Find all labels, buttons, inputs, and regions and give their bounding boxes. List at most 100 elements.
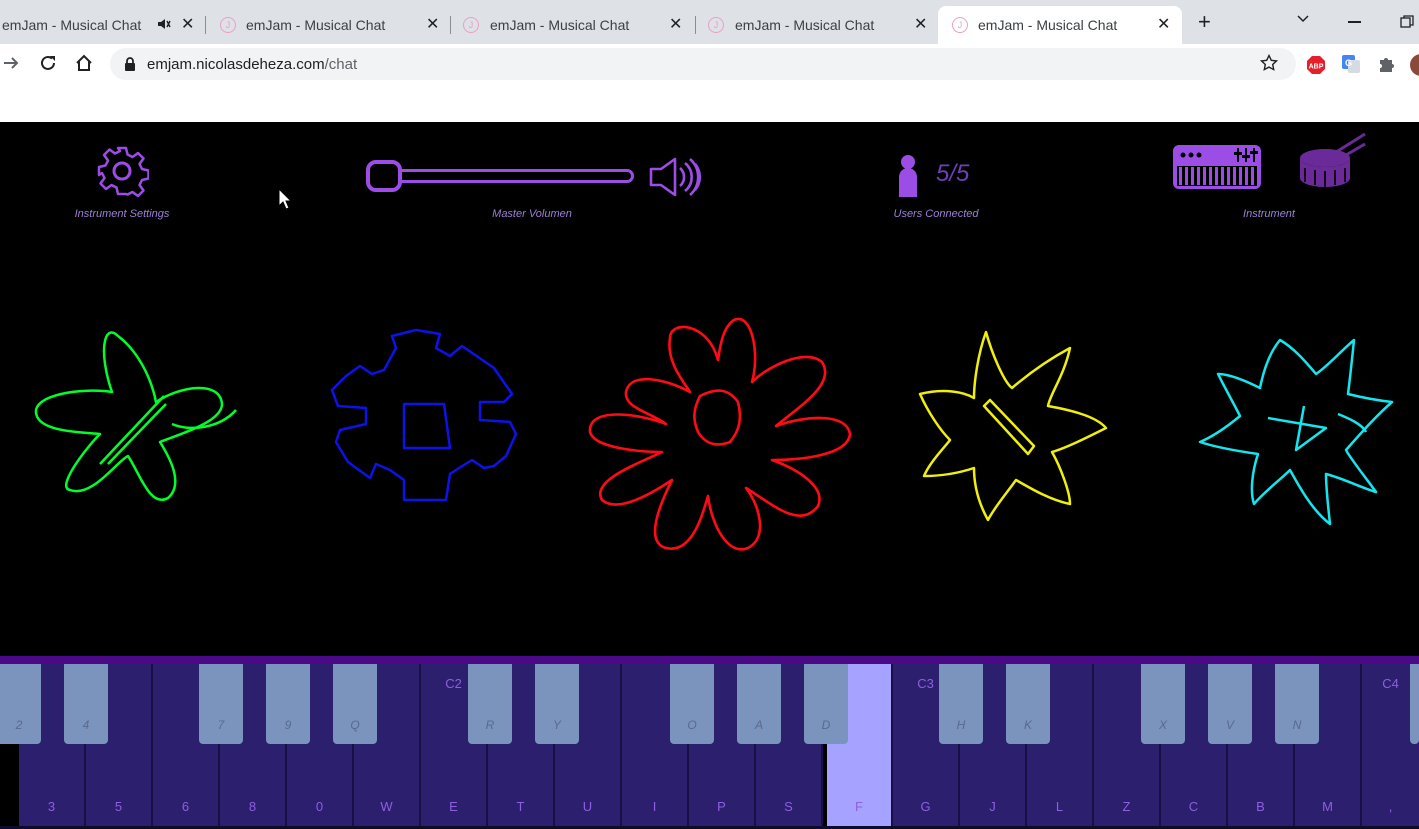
slider-track <box>366 169 634 183</box>
key-label: G <box>920 799 931 814</box>
url-text[interactable]: emjam.nicolasdeheza.com/chat <box>147 56 357 73</box>
black-key-n[interactable]: N <box>1275 664 1319 744</box>
tab-title: emJam - Musical Chat <box>246 17 386 33</box>
keyboard-instrument-icon[interactable] <box>1171 143 1263 191</box>
bookmark-star-icon[interactable] <box>1259 53 1279 77</box>
tab-title: emJam - Musical Chat <box>490 17 630 33</box>
key-label: B <box>1256 799 1265 814</box>
master-volume-label: Master Volumen <box>492 208 572 220</box>
restore-icon[interactable] <box>1400 15 1414 34</box>
key-label: L <box>1055 799 1064 814</box>
extensions-puzzle-icon[interactable] <box>1378 55 1396 73</box>
users-count: 5/5 <box>936 160 970 187</box>
slider-thumb[interactable] <box>366 160 402 192</box>
key-label: J <box>989 799 996 814</box>
tab-3[interactable]: J emJam - Musical Chat ✕ <box>451 6 696 44</box>
tab-strip: emJam - Musical Chat ✕ J emJam - Musical… <box>0 0 1419 44</box>
key-label: Z <box>1122 799 1131 814</box>
translate-extension-icon[interactable]: G <box>1341 54 1361 74</box>
key-label: 3 <box>47 799 56 814</box>
black-key-7[interactable]: 7 <box>199 664 243 744</box>
svg-text:ABP: ABP <box>1309 64 1324 71</box>
black-key-d[interactable]: D <box>804 664 848 744</box>
close-icon[interactable]: ✕ <box>914 14 927 34</box>
forward-icon[interactable] <box>2 54 20 77</box>
black-key-y[interactable]: Y <box>535 664 579 744</box>
black-key-o[interactable]: O <box>670 664 714 744</box>
new-tab-button[interactable]: + <box>1198 11 1211 33</box>
key-label: A <box>754 718 763 732</box>
close-icon[interactable]: ✕ <box>1157 14 1170 34</box>
emjam-favicon-icon: J <box>708 17 724 33</box>
adblock-extension-icon[interactable]: ABP <box>1306 55 1326 75</box>
black-key-2[interactable]: 2 <box>0 664 41 744</box>
tab-5-active[interactable]: J emJam - Musical Chat ✕ <box>938 6 1182 44</box>
speaker-volume-icon[interactable] <box>648 156 702 198</box>
tab-search-chevron-icon[interactable] <box>1296 11 1310 30</box>
black-key-k[interactable]: K <box>1006 664 1050 744</box>
key-label: 6 <box>181 799 190 814</box>
gear-icon[interactable] <box>95 144 150 198</box>
tab-1[interactable]: emJam - Musical Chat ✕ <box>0 6 206 44</box>
address-bar[interactable]: emjam.nicolasdeheza.com/chat <box>110 48 1296 80</box>
key-label: S <box>784 799 793 814</box>
close-icon[interactable]: ✕ <box>669 14 682 34</box>
instrument-settings-label: Instrument Settings <box>74 208 170 220</box>
key-label: 7 <box>217 718 225 732</box>
key-label: 9 <box>284 718 292 732</box>
black-key-a[interactable]: A <box>737 664 781 744</box>
emjam-favicon-icon: J <box>463 17 479 33</box>
tab-4[interactable]: J emJam - Musical Chat ✕ <box>696 6 936 44</box>
tab-title: emJam - Musical Chat <box>978 17 1118 33</box>
black-key-x[interactable]: X <box>1141 664 1185 744</box>
minimize-icon[interactable] <box>1348 21 1361 23</box>
key-label: 0 <box>315 799 324 814</box>
lock-icon[interactable] <box>124 57 136 76</box>
key-label: W <box>380 799 393 814</box>
key-label: 5 <box>114 799 123 814</box>
black-key-9[interactable]: 9 <box>266 664 310 744</box>
key-label: Q <box>350 718 360 732</box>
piano-keyboard: 3 5 6 8 0 W C2 E T U I P S F C3 G J L Z C … <box>0 656 1419 829</box>
user-visuals <box>34 317 1394 551</box>
black-key-4[interactable]: 4 <box>64 664 108 744</box>
tab-2[interactable]: J emJam - Musical Chat ✕ <box>206 6 451 44</box>
key-label: 2 <box>15 718 23 732</box>
home-icon[interactable] <box>74 53 94 78</box>
black-key-r[interactable]: R <box>468 664 512 744</box>
black-key-q[interactable]: Q <box>333 664 377 744</box>
black-key-v[interactable]: V <box>1208 664 1252 744</box>
key-label: K <box>1023 718 1032 732</box>
key-label: X <box>1158 718 1167 732</box>
key-label: O <box>687 718 697 732</box>
close-icon[interactable]: ✕ <box>426 14 439 34</box>
key-label: , <box>1388 799 1393 814</box>
key-label: D <box>821 718 831 732</box>
key-label: M <box>1322 799 1333 814</box>
master-volume-slider[interactable] <box>364 160 634 192</box>
tab-title: emJam - Musical Chat <box>2 17 142 33</box>
tab-title: emJam - Musical Chat <box>735 17 875 33</box>
user-icon <box>897 155 919 197</box>
black-key-partial[interactable] <box>1410 664 1419 744</box>
user-3-red-flower <box>588 317 852 551</box>
user-2-blue-gear <box>330 328 518 502</box>
emjam-favicon-icon: J <box>220 17 236 33</box>
key-label: C <box>1188 799 1199 814</box>
drum-instrument-icon[interactable] <box>1297 132 1369 192</box>
black-key-h[interactable]: H <box>939 664 983 744</box>
key-label: U <box>582 799 593 814</box>
url-path: /chat <box>324 56 358 73</box>
page-header-strip <box>0 85 1419 122</box>
user-4-yellow-flower <box>918 330 1108 522</box>
reload-icon[interactable] <box>39 54 57 77</box>
key-label: Y <box>552 718 561 732</box>
speaker-icon[interactable] <box>157 17 171 34</box>
users-connected-label: Users Connected <box>893 208 979 220</box>
close-icon[interactable]: ✕ <box>181 14 194 34</box>
user-1-green-flower <box>34 331 237 502</box>
svg-text:G: G <box>1345 58 1352 68</box>
key-label: I <box>652 799 657 814</box>
key-label: F <box>855 799 863 814</box>
profile-avatar[interactable] <box>1410 54 1419 76</box>
